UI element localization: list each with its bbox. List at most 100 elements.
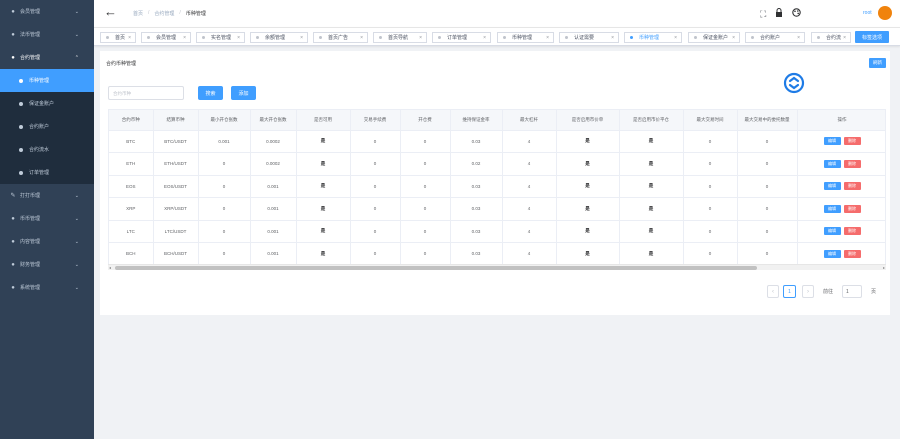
tab-dot-icon: [503, 36, 506, 39]
edit-button[interactable]: 编辑: [823, 204, 841, 213]
tab-6[interactable]: 订单管理 ×: [432, 32, 491, 43]
close-icon[interactable]: ×: [183, 35, 186, 41]
palette-icon[interactable]: [792, 8, 802, 19]
tab-label: 首页广告: [328, 35, 349, 41]
close-icon[interactable]: ×: [732, 35, 735, 41]
tab-9[interactable]: 币种管理 ×: [624, 32, 682, 43]
edit-button[interactable]: 编辑: [823, 159, 841, 168]
tab-12[interactable]: 合约流 ×: [811, 32, 851, 43]
edit-button[interactable]: 编辑: [823, 137, 841, 146]
sidebar-subitem-4[interactable]: 订单管理: [0, 161, 94, 184]
table-cell: 0: [350, 152, 401, 176]
close-icon[interactable]: ×: [546, 35, 549, 41]
close-icon[interactable]: ×: [483, 35, 486, 41]
lock-icon[interactable]: [775, 8, 783, 19]
horizontal-scrollbar[interactable]: ◂ ▸: [108, 264, 886, 270]
close-icon[interactable]: ×: [797, 35, 800, 41]
table-cell: 0: [737, 242, 798, 266]
tab-2[interactable]: 实名管理 ×: [196, 32, 245, 43]
breadcrumb-current: 币种管理: [185, 11, 206, 17]
delete-button[interactable]: 删除: [843, 227, 861, 236]
delete-button[interactable]: 删除: [843, 137, 861, 146]
content-icon: ●: [11, 238, 15, 245]
bullet-icon: [19, 78, 23, 83]
delete-button[interactable]: 删除: [843, 159, 861, 168]
delete-button[interactable]: 删除: [843, 204, 861, 213]
tag-options-button[interactable]: 标签选项: [855, 31, 889, 43]
avatar[interactable]: [878, 6, 892, 20]
tab-1[interactable]: 会员管理 ×: [141, 32, 191, 43]
close-icon[interactable]: ×: [843, 35, 846, 41]
scroll-right-icon[interactable]: ▸: [883, 265, 885, 270]
chevron-down-icon: ⌄: [74, 215, 79, 222]
close-icon[interactable]: ×: [419, 35, 422, 41]
table-cell: BTC/USDT: [153, 130, 199, 153]
tab-label: 合约账户: [760, 35, 781, 41]
table-cell: 0: [350, 242, 401, 266]
close-icon[interactable]: ×: [360, 35, 363, 41]
close-icon[interactable]: ×: [674, 35, 677, 41]
sidebar-subitem-3[interactable]: 合约流水: [0, 138, 94, 161]
breadcrumb-home[interactable]: 首页: [133, 10, 143, 17]
tool-icon: ✎: [10, 193, 16, 199]
tab-3[interactable]: 余额管理 ×: [250, 32, 308, 43]
tab-7[interactable]: 币种管理 ×: [497, 32, 554, 43]
tab-8[interactable]: 认证需要 ×: [559, 32, 619, 43]
table-cell: 是: [296, 197, 351, 221]
next-page-button[interactable]: ›: [802, 285, 814, 298]
sidebar-subitem-0[interactable]: 币种管理: [0, 69, 94, 92]
goto-page-input[interactable]: [842, 285, 862, 298]
search-button[interactable]: 搜索: [198, 86, 223, 100]
close-icon[interactable]: ×: [611, 35, 614, 41]
sidebar-item-0[interactable]: ● 会员管理 ⌄: [0, 0, 94, 23]
delete-button[interactable]: 删除: [843, 249, 861, 258]
sidebar-item-label: 合约管理: [20, 55, 41, 61]
table-cell: 0: [683, 175, 738, 198]
close-icon[interactable]: ×: [300, 35, 303, 41]
sidebar-item-2[interactable]: ● 合约管理 ⌃: [0, 46, 94, 69]
tab-dot-icon: [438, 36, 441, 39]
sidebar-item-label: 财务管理: [20, 262, 41, 268]
sidebar-subitem-1[interactable]: 保证金账户: [0, 92, 94, 115]
tab-5[interactable]: 首页导航 ×: [373, 32, 427, 43]
scroll-left-icon[interactable]: ◂: [109, 265, 111, 270]
tab-11[interactable]: 合约账户 ×: [745, 32, 805, 43]
chevron-down-icon: ⌄: [74, 238, 79, 245]
coin-icon: ●: [11, 215, 15, 222]
table-cell: 是: [296, 130, 351, 153]
breadcrumb-contract[interactable]: 合约管理: [154, 10, 174, 17]
sidebar-item-3[interactable]: ✎ 打打币理 ⌄: [0, 184, 94, 207]
edit-button[interactable]: 编辑: [823, 182, 841, 191]
sidebar-item-1[interactable]: ● 法币管理 ⌄: [0, 23, 94, 46]
sidebar-item-4[interactable]: ● 币币管理 ⌄: [0, 207, 94, 230]
refresh-button[interactable]: 刷新: [869, 58, 886, 68]
scrollbar-thumb[interactable]: [115, 266, 757, 270]
table-cell: 0: [683, 197, 738, 221]
tab-0[interactable]: 首页 ×: [100, 32, 136, 43]
edit-button[interactable]: 编辑: [823, 249, 841, 258]
page-1-button[interactable]: 1: [783, 285, 796, 298]
back-arrow-icon[interactable]: ←: [104, 5, 117, 19]
username[interactable]: root: [863, 10, 872, 16]
table-cell: 0: [198, 242, 251, 266]
table-cell: 是: [556, 130, 620, 153]
delete-button[interactable]: 删除: [843, 182, 861, 191]
table-cell: 是: [619, 197, 684, 221]
sidebar: ● 会员管理 ⌄ ● 法币管理 ⌄ ● 合约管理 ⌃ 币种管理 保证金账户 合约账户 合约流水 订单管理 ✎…: [0, 0, 94, 439]
sidebar-item-6[interactable]: ● 财务管理 ⌄: [0, 253, 94, 276]
sidebar-item-5[interactable]: ● 内容管理 ⌄: [0, 230, 94, 253]
close-icon[interactable]: ×: [128, 35, 131, 41]
sidebar-subitem-2[interactable]: 合约账户: [0, 115, 94, 138]
search-input[interactable]: [108, 86, 184, 100]
column-header: 操作: [797, 110, 885, 131]
sidebar-item-7[interactable]: ● 系统管理 ⌄: [0, 276, 94, 299]
add-button[interactable]: 添加: [231, 86, 256, 100]
edit-button[interactable]: 编辑: [823, 227, 841, 236]
close-icon[interactable]: ×: [237, 35, 240, 41]
fullscreen-icon[interactable]: ⛶: [760, 9, 766, 19]
sidebar-subitem-label: 币种管理: [29, 78, 50, 84]
prev-page-button[interactable]: ‹: [767, 285, 779, 298]
table-cell: 0: [198, 152, 251, 176]
tab-4[interactable]: 首页广告 ×: [313, 32, 368, 43]
tab-10[interactable]: 保证金账户 ×: [688, 32, 740, 43]
